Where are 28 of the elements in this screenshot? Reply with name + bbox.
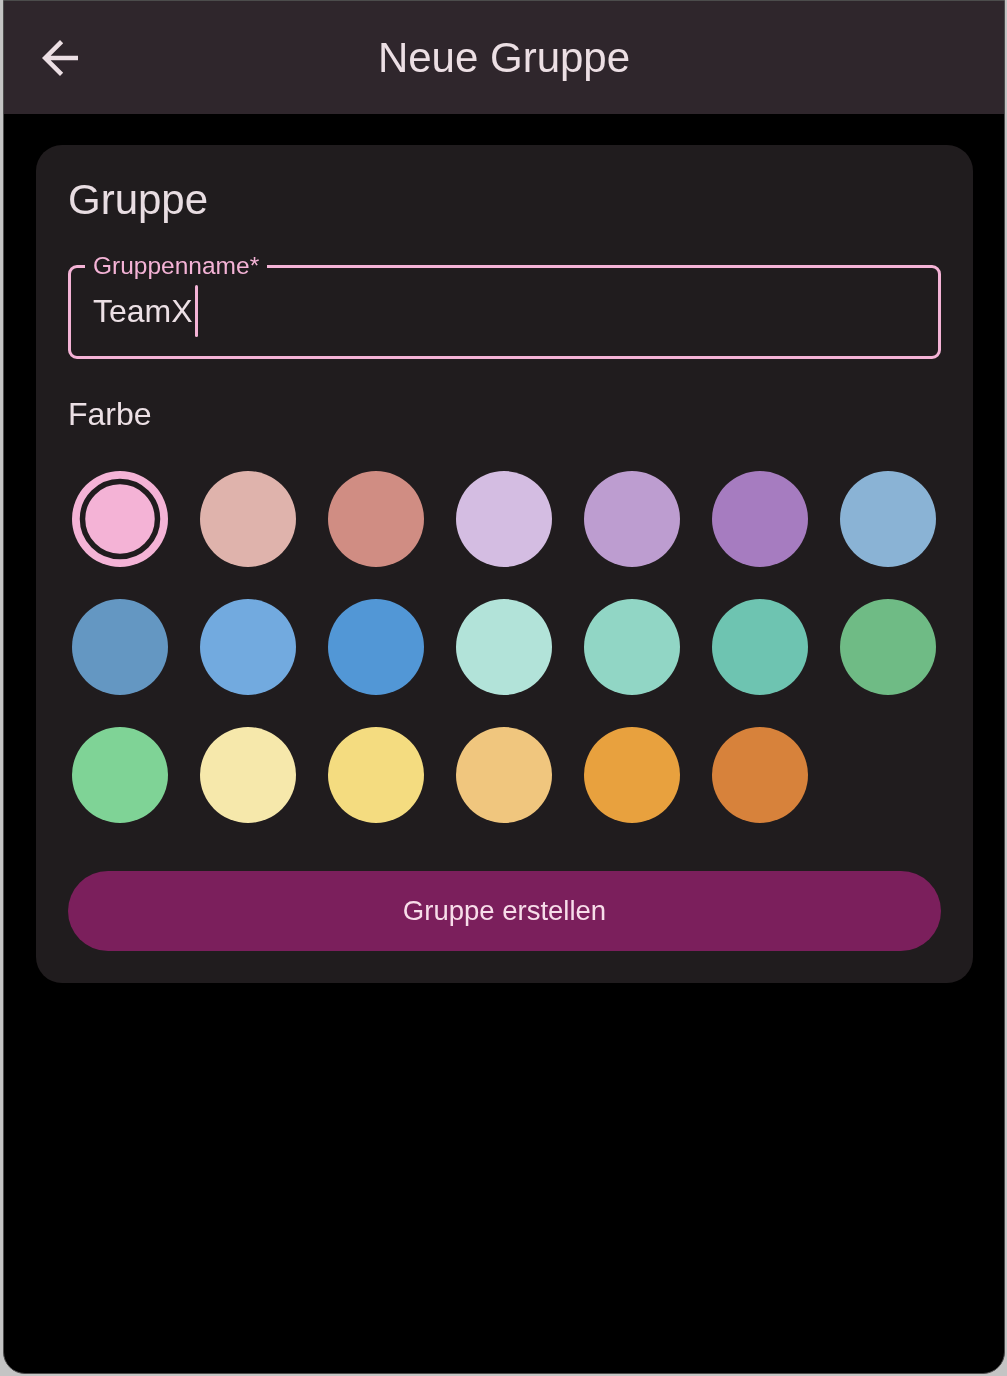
swatch-icon[interactable]	[456, 599, 552, 695]
swatch-icon[interactable]	[328, 471, 424, 567]
swatch-icon[interactable]	[72, 599, 168, 695]
swatch-icon[interactable]	[456, 471, 552, 567]
swatch-icon[interactable]	[72, 471, 168, 567]
swatch-icon[interactable]	[328, 727, 424, 823]
swatch-icon[interactable]	[712, 727, 808, 823]
swatch-icon[interactable]	[72, 727, 168, 823]
color-section-label: Farbe	[68, 396, 153, 433]
back-button[interactable]	[42, 39, 78, 76]
swatch-icon[interactable]	[456, 727, 552, 823]
swatch-icon[interactable]	[712, 599, 808, 695]
group-name-input[interactable]: TeamX	[93, 291, 194, 331]
swatch-icon[interactable]	[200, 727, 296, 823]
swatch-icon[interactable]	[840, 599, 936, 695]
field-label: Gruppenname*	[92, 253, 261, 279]
screen-title: Neue Gruppe	[377, 32, 631, 83]
swatch-icon[interactable]	[840, 471, 936, 567]
swatch-icon[interactable]	[328, 599, 424, 695]
create-group-button[interactable]: Gruppe erstellen	[68, 871, 941, 951]
swatch-icon[interactable]	[712, 471, 808, 567]
swatch-icon[interactable]	[200, 599, 296, 695]
arrow-left-icon	[42, 39, 78, 76]
swatch-icon[interactable]	[200, 471, 296, 567]
swatch-icon[interactable]	[584, 727, 680, 823]
swatch-icon[interactable]	[584, 471, 680, 567]
swatch-icon[interactable]	[584, 599, 680, 695]
card-title: Gruppe	[68, 175, 210, 225]
